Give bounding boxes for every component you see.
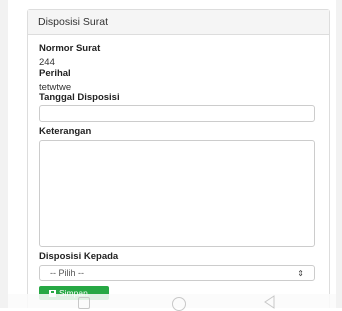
- nomor-surat-value: 244: [39, 57, 55, 68]
- disposisi-kepada-label: Disposisi Kepada: [39, 251, 119, 262]
- panel-title: Disposisi Surat: [38, 16, 109, 28]
- triangle-back-icon[interactable]: [263, 295, 277, 309]
- keterangan-label: Keterangan: [39, 126, 92, 137]
- screen-edge-right: [336, 0, 342, 308]
- keterangan-textarea[interactable]: [39, 140, 315, 247]
- disposisi-panel: Disposisi Surat Normor Surat 244 Perihal…: [27, 9, 330, 308]
- square-icon[interactable]: [78, 297, 90, 309]
- panel-heading: Disposisi Surat: [28, 10, 329, 35]
- tanggal-disposisi-label: Tanggal Disposisi: [39, 92, 120, 103]
- up-down-arrow-icon: ⇕: [297, 269, 304, 278]
- screen-edge-left: [0, 0, 8, 308]
- perihal-label: Perihal: [39, 68, 71, 79]
- tanggal-disposisi-input[interactable]: [39, 105, 315, 122]
- select-selected-value: -- Pilih --: [50, 268, 84, 278]
- nomor-surat-label: Normor Surat: [39, 43, 101, 54]
- android-nav-bar: [8, 294, 336, 311]
- disposisi-kepada-select[interactable]: -- Pilih -- ⇕: [39, 265, 315, 281]
- circle-icon[interactable]: [172, 297, 186, 311]
